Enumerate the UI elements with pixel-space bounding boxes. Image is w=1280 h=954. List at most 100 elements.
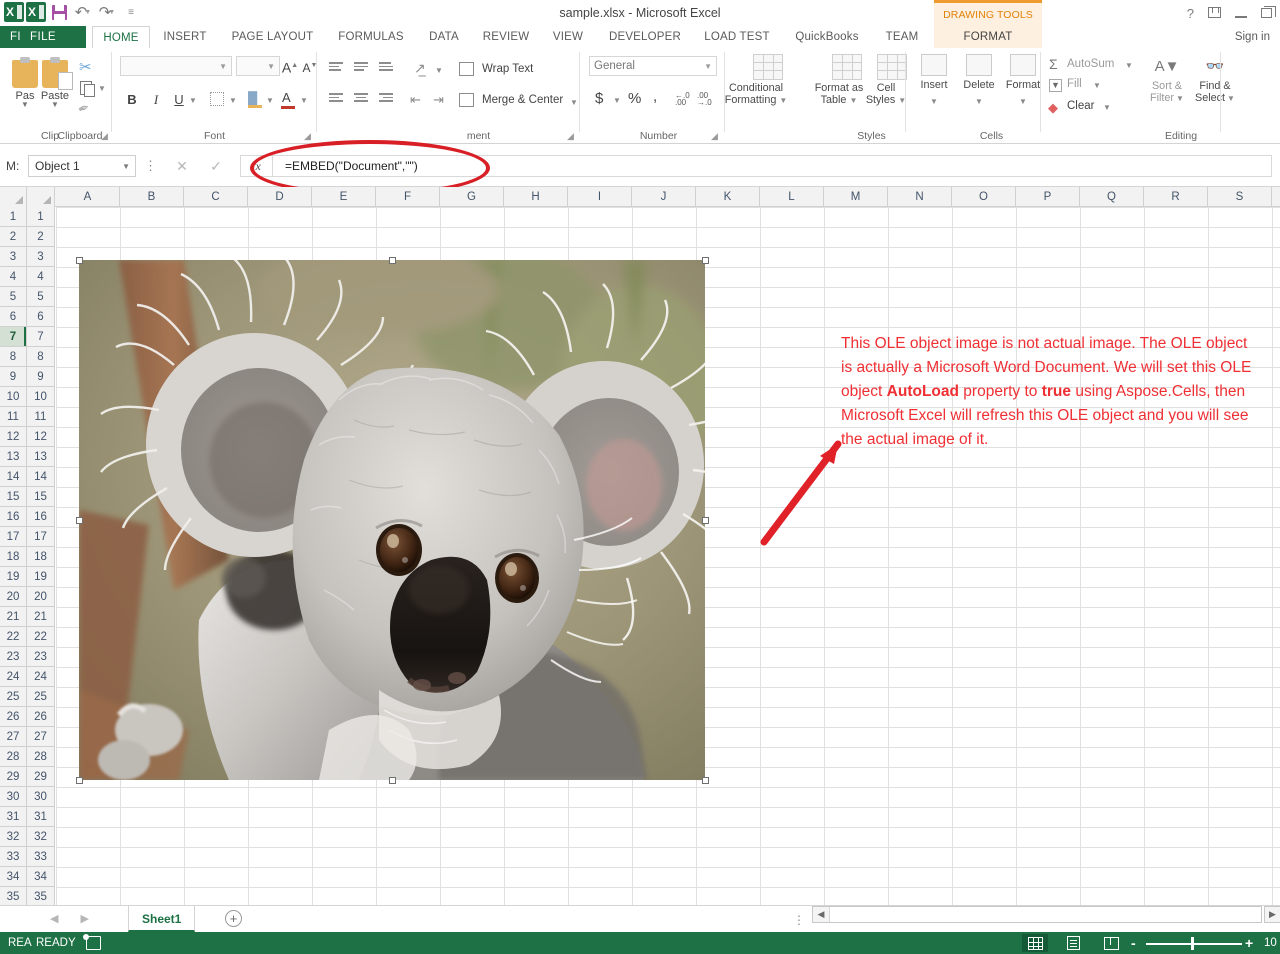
bold-button[interactable]: B: [122, 90, 142, 110]
row-header-7[interactable]: 7: [27, 327, 54, 347]
tab-review[interactable]: REVIEW: [475, 26, 537, 48]
column-header-S[interactable]: S: [1208, 187, 1272, 207]
resize-handle-nw[interactable]: [76, 257, 83, 264]
column-header-H[interactable]: H: [504, 187, 568, 207]
select-all-corner[interactable]: [27, 187, 55, 207]
tab-team[interactable]: TEAM: [876, 26, 928, 48]
tab-quickbooks[interactable]: QuickBooks: [783, 26, 871, 48]
row-header-23[interactable]: 23: [27, 647, 54, 667]
fill-chevron-down-icon[interactable]: ▼: [1093, 81, 1101, 90]
next-sheet-icon[interactable]: ▶: [80, 912, 88, 925]
minimize-button[interactable]: [1235, 7, 1247, 20]
row-header-31[interactable]: 31: [27, 807, 54, 827]
column-header-M[interactable]: M: [824, 187, 888, 207]
delete-cells-button[interactable]: Delete ▼: [958, 54, 1000, 109]
borders-chevron-down-icon[interactable]: ▼: [229, 96, 237, 105]
row-header-ghost-17[interactable]: 17: [0, 527, 26, 547]
cancel-entry-button[interactable]: ✕: [172, 156, 192, 176]
normal-view-button[interactable]: [1022, 934, 1048, 952]
row-header-ghost-34[interactable]: 34: [0, 867, 26, 887]
column-header-O[interactable]: O: [952, 187, 1016, 207]
autosum-chevron-down-icon[interactable]: ▼: [1125, 61, 1133, 70]
column-header-R[interactable]: R: [1144, 187, 1208, 207]
font-color-button[interactable]: A: [282, 90, 291, 105]
name-box-resize-handle[interactable]: ⋮: [144, 159, 157, 173]
row-header-ghost-24[interactable]: 24: [0, 667, 26, 687]
row-header-16[interactable]: 16: [27, 507, 54, 527]
ribbon-display-options-button[interactable]: [1208, 6, 1221, 20]
row-header-30[interactable]: 30: [27, 787, 54, 807]
row-header-ghost-2[interactable]: 2: [0, 227, 26, 247]
row-header-29[interactable]: 29: [27, 767, 54, 787]
orientation-button[interactable]: ↗̲: [414, 60, 426, 77]
row-header-ghost-19[interactable]: 19: [0, 567, 26, 587]
align-middle-button[interactable]: [354, 62, 370, 74]
column-header-G[interactable]: G: [440, 187, 504, 207]
insert-cells-button[interactable]: Insert ▼: [914, 54, 954, 109]
row-header-ghost-18[interactable]: 18: [0, 547, 26, 567]
row-header-ghost-4[interactable]: 4: [0, 267, 26, 287]
align-left-button[interactable]: [329, 93, 345, 105]
name-box[interactable]: Object 1 ▼: [28, 155, 136, 177]
resize-handle-sw[interactable]: [76, 777, 83, 784]
row-header-1[interactable]: 1: [27, 207, 54, 227]
zoom-slider-thumb[interactable]: [1191, 937, 1194, 950]
underline-chevron-down-icon[interactable]: ▼: [189, 96, 197, 105]
align-bottom-button[interactable]: [379, 62, 395, 74]
row-header-ghost-16[interactable]: 16: [0, 507, 26, 527]
font-dialog-launcher[interactable]: ◢: [304, 132, 313, 141]
row-header-ghost-3[interactable]: 3: [0, 247, 26, 267]
clear-chevron-down-icon[interactable]: ▼: [1103, 103, 1111, 112]
tab-format[interactable]: FORMAT: [934, 26, 1042, 48]
tab-page-layout[interactable]: PAGE LAYOUT: [220, 26, 325, 48]
column-header-B[interactable]: B: [120, 187, 184, 207]
conditional-formatting-button[interactable]: Conditional Formatting ▼: [725, 54, 794, 107]
row-header-ghost-5[interactable]: 5: [0, 287, 26, 307]
prev-sheet-icon[interactable]: ◀: [50, 912, 58, 925]
record-macro-icon[interactable]: [83, 934, 101, 950]
row-header-ghost-9[interactable]: 9: [0, 367, 26, 387]
row-header-33[interactable]: 33: [27, 847, 54, 867]
row-header-24[interactable]: 24: [27, 667, 54, 687]
orientation-chevron-down-icon[interactable]: ▼: [435, 66, 443, 75]
tab-formulas[interactable]: FORMULAS: [330, 26, 412, 48]
column-header-P[interactable]: P: [1016, 187, 1080, 207]
clear-button[interactable]: Clear: [1067, 100, 1094, 112]
row-header-5[interactable]: 5: [27, 287, 54, 307]
merge-center-button[interactable]: Merge & Center: [482, 94, 563, 106]
currency-button[interactable]: $: [595, 90, 603, 107]
row-header-21[interactable]: 21: [27, 607, 54, 627]
row-header-ghost-27[interactable]: 27: [0, 727, 26, 747]
row-header-ghost-6[interactable]: 6: [0, 307, 26, 327]
resize-handle-se[interactable]: [702, 777, 709, 784]
split-handle-icon[interactable]: ⋮: [793, 914, 805, 926]
row-header-12[interactable]: 12: [27, 427, 54, 447]
row-header-8[interactable]: 8: [27, 347, 54, 367]
decrease-indent-button[interactable]: ⇤: [410, 92, 421, 108]
tab-insert[interactable]: INSERT: [155, 26, 215, 48]
row-header-ghost-13[interactable]: 13: [0, 447, 26, 467]
row-header-25[interactable]: 25: [27, 687, 54, 707]
formula-input[interactable]: =EMBED("Document",""): [272, 155, 1272, 177]
font-family-combo[interactable]: ▼: [120, 56, 232, 76]
align-center-button[interactable]: [354, 93, 370, 105]
resize-handle-n[interactable]: [389, 257, 396, 264]
row-header-28[interactable]: 28: [27, 747, 54, 767]
fill-color-chevron-down-icon[interactable]: ▼: [266, 96, 274, 105]
scroll-right-icon[interactable]: ▶: [1264, 906, 1280, 923]
row-header-ghost-35[interactable]: 35: [0, 887, 26, 905]
row-header-ghost-29[interactable]: 29: [0, 767, 26, 787]
horizontal-scrollbar[interactable]: ◀: [812, 906, 1262, 923]
font-size-combo[interactable]: ▼: [236, 56, 280, 76]
fill-color-button[interactable]: █: [248, 91, 257, 106]
column-header-I[interactable]: I: [568, 187, 632, 207]
column-header-K[interactable]: K: [696, 187, 760, 207]
align-right-button[interactable]: [379, 93, 395, 105]
percent-button[interactable]: %: [628, 90, 641, 107]
tab-developer[interactable]: DEVELOPER: [599, 26, 691, 48]
underline-button[interactable]: U: [169, 90, 189, 110]
zoom-out-button[interactable]: -: [1131, 932, 1136, 954]
row-header-22[interactable]: 22: [27, 627, 54, 647]
page-layout-view-button[interactable]: [1060, 934, 1086, 952]
sheet-tab-sheet1[interactable]: Sheet1: [128, 906, 196, 932]
